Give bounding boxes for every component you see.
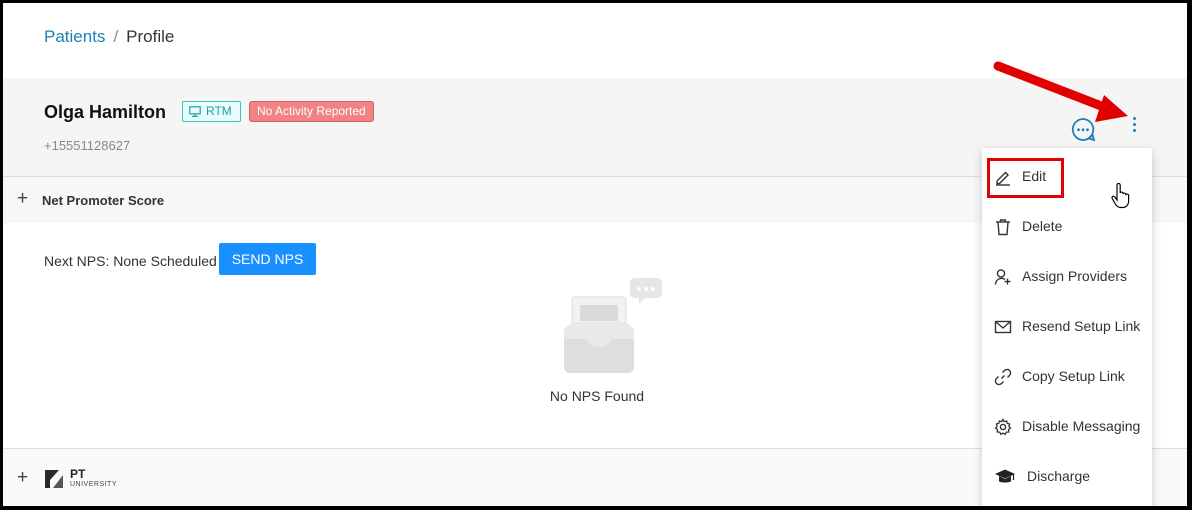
menu-item-label: Discharge — [1027, 468, 1091, 484]
menu-item-label: Assign Providers — [1022, 268, 1128, 284]
menu-item-discharge[interactable]: Discharge — [982, 456, 1152, 496]
logo-text-pt: PT — [70, 467, 86, 481]
mail-icon — [994, 320, 1012, 334]
logo-text-university: UNIVERSITY — [70, 481, 118, 488]
edit-highlight-box — [987, 158, 1064, 198]
menu-item-resend-setup-link[interactable]: Resend Setup Link — [982, 306, 1152, 346]
next-nps-label: Next NPS: None Scheduled — [44, 253, 217, 269]
send-nps-button[interactable]: SEND NPS — [219, 243, 316, 275]
menu-item-label: Copy Setup Link — [1022, 368, 1125, 384]
menu-item-assign-providers[interactable]: Assign Providers — [982, 256, 1152, 296]
menu-item-disable-messaging[interactable]: Disable Messaging — [982, 406, 1152, 446]
menu-item-label: Resend Setup Link — [1022, 318, 1141, 334]
menu-item-label: Delete — [1022, 218, 1063, 234]
menu-item-copy-setup-link[interactable]: Copy Setup Link — [982, 356, 1152, 396]
pt-university-logo: PT UNIVERSITY — [43, 467, 117, 494]
user-add-icon — [994, 269, 1011, 285]
graduation-cap-icon — [995, 469, 1015, 483]
gear-icon — [994, 418, 1012, 436]
menu-item-label: Disable Messaging — [1022, 418, 1141, 434]
app-frame: Patients / Profile Olga Hamilton RTM No Ac… — [3, 3, 1187, 506]
expand-icon[interactable]: + — [17, 467, 28, 489]
empty-inbox-icon — [551, 273, 663, 382]
annotation-arrow-icon — [993, 61, 1128, 122]
link-icon — [994, 368, 1012, 386]
hand-cursor-icon — [1111, 182, 1131, 214]
trash-icon — [996, 219, 1010, 236]
nps-section-title: Net Promoter Score — [42, 193, 165, 208]
expand-icon[interactable]: + — [17, 188, 28, 210]
